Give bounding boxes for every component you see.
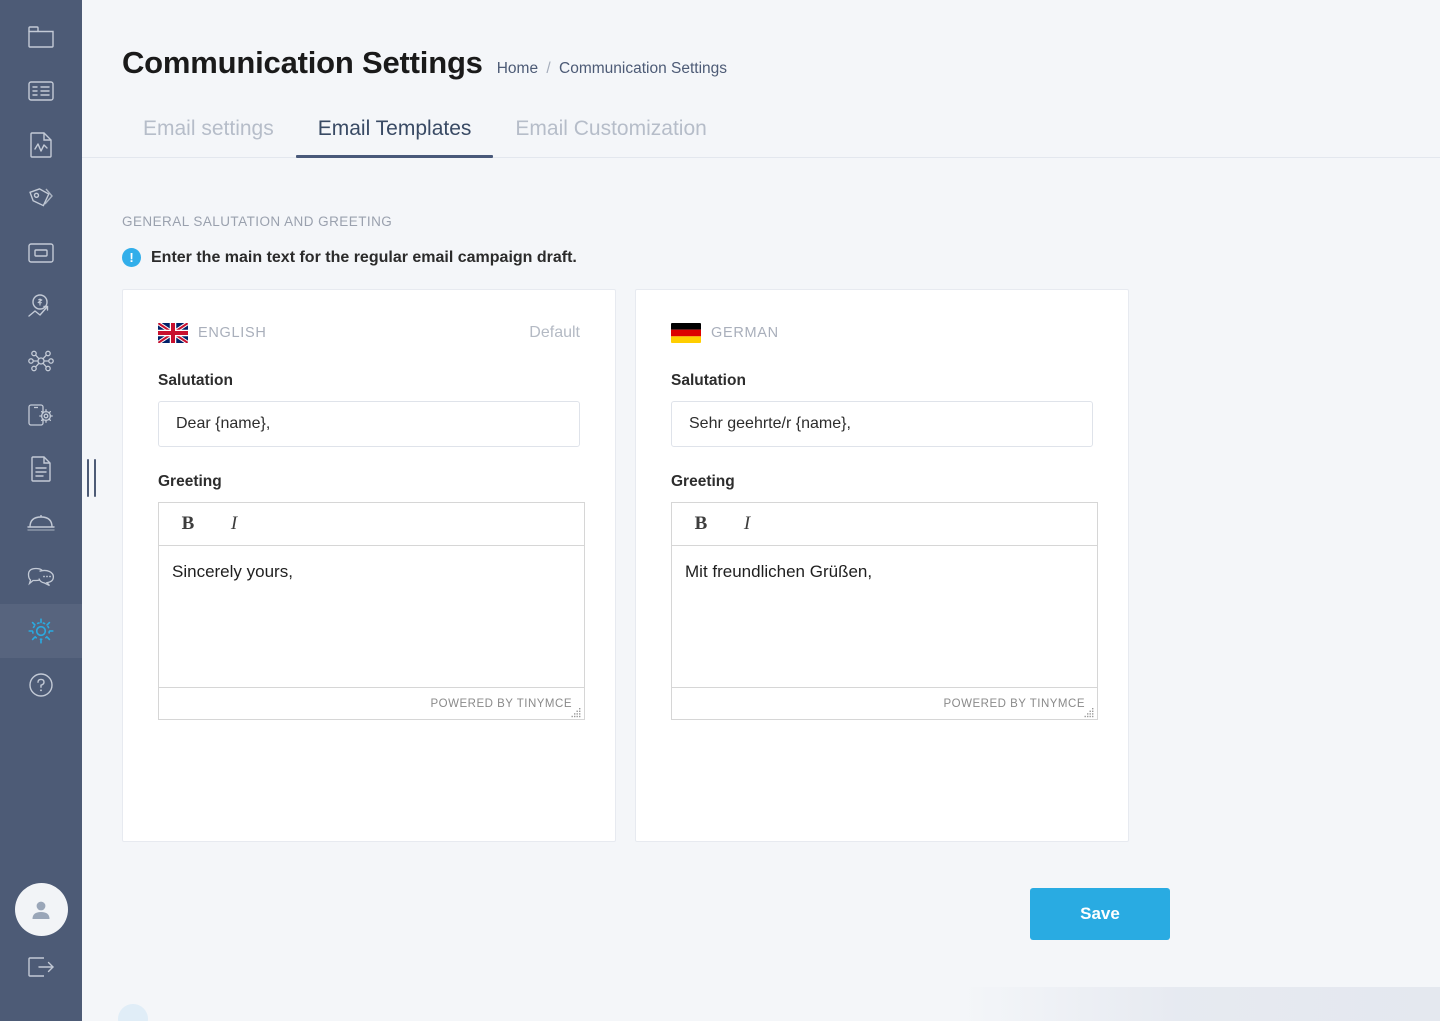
- footer-actions: Save: [122, 888, 1170, 940]
- sidebar-item-documents[interactable]: [0, 442, 82, 496]
- breadcrumb-separator: /: [546, 60, 551, 77]
- sidebar-nav-bottom: [0, 883, 82, 1021]
- sidebar-item-catalog[interactable]: [0, 496, 82, 550]
- bottom-notification-bubble[interactable]: [118, 1004, 148, 1021]
- logout-button[interactable]: [0, 949, 82, 989]
- italic-button-german[interactable]: I: [731, 509, 763, 539]
- tab-email-customization[interactable]: Email Customization: [493, 117, 728, 157]
- sidebar-item-reports[interactable]: [0, 118, 82, 172]
- editor-resize-grip-german[interactable]: [1084, 706, 1095, 718]
- save-button[interactable]: Save: [1030, 888, 1170, 940]
- greeting-editor-english: B I Sincerely yours, POWERED BY TINYMCE: [158, 502, 585, 720]
- sidebar-item-messages[interactable]: [0, 550, 82, 604]
- card-icon: [28, 243, 54, 263]
- editor-toolbar-german: B I: [672, 503, 1097, 546]
- folder-icon: [28, 26, 54, 48]
- dome-icon: [27, 513, 55, 533]
- default-tag-english: Default: [529, 324, 580, 341]
- list-card-icon: [28, 81, 54, 101]
- device-settings-icon: [27, 402, 55, 428]
- chat-icon: [27, 566, 55, 588]
- tinymce-brand-english: POWERED BY TINYMCE: [430, 697, 572, 710]
- language-name-english: ENGLISH: [198, 325, 267, 341]
- sidebar-item-device-settings[interactable]: [0, 388, 82, 442]
- breadcrumb: Home / Communication Settings: [497, 60, 727, 78]
- bold-button-german[interactable]: B: [685, 509, 717, 539]
- general-salutation-section: GENERAL SALUTATION AND GREETING ! Enter …: [82, 214, 1440, 940]
- gear-icon: [27, 617, 55, 645]
- language-cards: ENGLISH Default Salutation Greeting B I …: [122, 289, 1440, 842]
- greeting-label-german: Greeting: [671, 473, 735, 490]
- page-header: Communication Settings Home / Communicat…: [82, 0, 1440, 158]
- sidebar-item-cards[interactable]: [0, 226, 82, 280]
- tab-email-templates[interactable]: Email Templates: [295, 117, 494, 158]
- card-header-english: ENGLISH Default: [158, 320, 580, 346]
- card-header-german: GERMAN: [671, 320, 1093, 346]
- sidebar-item-network[interactable]: [0, 334, 82, 388]
- sidebar-item-folder[interactable]: [0, 10, 82, 64]
- page-title: Communication Settings: [122, 45, 483, 80]
- app-root: Communication Settings Home / Communicat…: [0, 0, 1440, 1021]
- greeting-text-english[interactable]: Sincerely yours,: [159, 546, 584, 687]
- info-circle-icon: !: [122, 248, 141, 267]
- tab-bar: Email settings Email Templates Email Cus…: [82, 117, 1440, 158]
- field-spacer: [158, 447, 580, 473]
- logout-icon: [27, 956, 55, 983]
- tinymce-brand-german: POWERED BY TINYMCE: [943, 697, 1085, 710]
- help-icon: [28, 672, 54, 698]
- section-label: GENERAL SALUTATION AND GREETING: [122, 214, 393, 229]
- main-content: Communication Settings Home / Communicat…: [82, 0, 1440, 1021]
- tags-icon: [27, 186, 55, 212]
- handle-bar-right: [94, 459, 96, 497]
- document-icon: [30, 456, 52, 482]
- italic-button-english[interactable]: I: [218, 509, 250, 539]
- main-sidebar: [0, 0, 82, 1021]
- language-card-english: ENGLISH Default Salutation Greeting B I …: [122, 289, 616, 842]
- salutation-input-german[interactable]: [671, 401, 1093, 447]
- avatar[interactable]: [14, 883, 68, 936]
- network-icon: [27, 348, 55, 374]
- flag-uk-icon: [158, 323, 188, 343]
- handle-bar-left: [87, 459, 89, 497]
- breadcrumb-current: Communication Settings: [559, 60, 728, 77]
- info-line: ! Enter the main text for the regular em…: [122, 248, 1440, 267]
- field-spacer: [671, 447, 1093, 473]
- flag-de-icon: [671, 323, 701, 343]
- sidebar-item-lists[interactable]: [0, 64, 82, 118]
- info-text: Enter the main text for the regular emai…: [151, 248, 577, 266]
- editor-statusbar-german: POWERED BY TINYMCE: [672, 687, 1097, 719]
- salutation-label-english: Salutation: [158, 372, 233, 389]
- greeting-label-english: Greeting: [158, 473, 222, 490]
- revenue-icon: [27, 294, 55, 320]
- user-icon: [32, 901, 50, 919]
- sidebar-item-help[interactable]: [0, 658, 82, 712]
- sidebar-nav-top: [0, 0, 82, 712]
- language-name-german: GERMAN: [711, 325, 779, 341]
- editor-resize-grip-english[interactable]: [571, 706, 582, 718]
- sidebar-item-revenue[interactable]: [0, 280, 82, 334]
- bottom-shade-overlay: [960, 987, 1440, 1021]
- tab-email-settings[interactable]: Email settings: [122, 117, 296, 157]
- editor-statusbar-english: POWERED BY TINYMCE: [159, 687, 584, 719]
- bold-button-english[interactable]: B: [172, 509, 204, 539]
- title-row: Communication Settings Home / Communicat…: [122, 45, 1440, 81]
- language-card-german: GERMAN Salutation Greeting B I Mit freun…: [635, 289, 1129, 842]
- sidebar-item-settings[interactable]: [0, 604, 82, 658]
- greeting-editor-german: B I Mit freundlichen Grüßen, POWERED BY …: [671, 502, 1098, 720]
- sidebar-collapse-handle[interactable]: [86, 459, 98, 497]
- breadcrumb-home[interactable]: Home: [497, 60, 538, 77]
- salutation-label-german: Salutation: [671, 372, 746, 389]
- greeting-text-german[interactable]: Mit freundlichen Grüßen,: [672, 546, 1097, 687]
- sidebar-item-tags[interactable]: [0, 172, 82, 226]
- report-chart-icon: [30, 132, 52, 158]
- editor-toolbar-english: B I: [159, 503, 584, 546]
- salutation-input-english[interactable]: [158, 401, 580, 447]
